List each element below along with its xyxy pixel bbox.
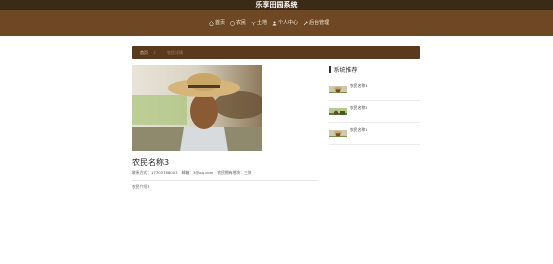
sidebar-header-bar <box>329 65 331 73</box>
breadcrumb-home[interactable]: 首页 <box>140 46 148 59</box>
wrench-icon <box>303 20 308 25</box>
breadcrumb-current: 农民详情 <box>167 50 183 55</box>
recommend-divider <box>329 144 420 145</box>
nav-home-label: 首页 <box>215 20 226 26</box>
nav-profile-label: 个人中心 <box>278 20 299 26</box>
nav-land[interactable]: 土地 <box>251 17 267 29</box>
recommend-name: 农民名称1 <box>350 127 368 132</box>
recommend-name: 农民名称2 <box>350 105 368 110</box>
nav-farmer-label: 农民 <box>236 20 247 26</box>
recommend-item[interactable]: 农民名称1 <box>329 78 420 101</box>
content-divider <box>132 180 318 181</box>
sidebar-title: 系统推荐 <box>333 66 358 74</box>
breadcrumb-separator: / <box>154 50 156 55</box>
recommend-name: 农民名称1 <box>350 83 368 88</box>
site-title: 乐享田园系统 <box>255 1 298 9</box>
recommend-item[interactable]: 农民名称2 <box>329 100 420 123</box>
user-icon <box>230 20 235 26</box>
recommend-thumbnail <box>329 126 347 137</box>
land-value: 三块 <box>243 170 252 175</box>
phone-value: 17703788003 <box>150 170 178 175</box>
farmer-name: 农民名称3 <box>132 158 170 167</box>
nav-land-label: 土地 <box>257 20 268 26</box>
main-nav: 首页 农民 土地 个人中心 后台管理 <box>209 17 329 29</box>
person-icon <box>272 21 277 25</box>
nav-farmer[interactable]: 农民 <box>230 17 246 29</box>
recommend-thumbnail <box>329 104 347 115</box>
contact-label: 联系方式： <box>132 170 151 175</box>
email-value: 3@qq.com <box>192 170 214 175</box>
farmer-contact-row: 联系方式：17703788003 邮箱：3@qq.com 农民拥有地块：三块 <box>132 170 251 176</box>
home-icon <box>209 20 214 26</box>
sidebar-header: 系统推荐 <box>329 65 358 74</box>
recommend-thumbnail <box>329 82 347 93</box>
nav-home[interactable]: 首页 <box>209 17 225 29</box>
email-label: 邮箱： <box>181 170 193 175</box>
breadcrumb: 首页 / 农民详情 <box>132 46 420 59</box>
plant-icon <box>251 21 256 25</box>
nav-admin[interactable]: 后台管理 <box>303 17 329 29</box>
land-label: 农民拥有地块： <box>217 170 244 175</box>
farmer-intro: 农民介绍3 <box>132 184 150 189</box>
recommend-item[interactable]: 农民名称1 <box>329 122 420 145</box>
nav-admin-label: 后台管理 <box>309 20 330 26</box>
nav-profile[interactable]: 个人中心 <box>272 17 298 29</box>
farmer-photo <box>132 65 262 151</box>
